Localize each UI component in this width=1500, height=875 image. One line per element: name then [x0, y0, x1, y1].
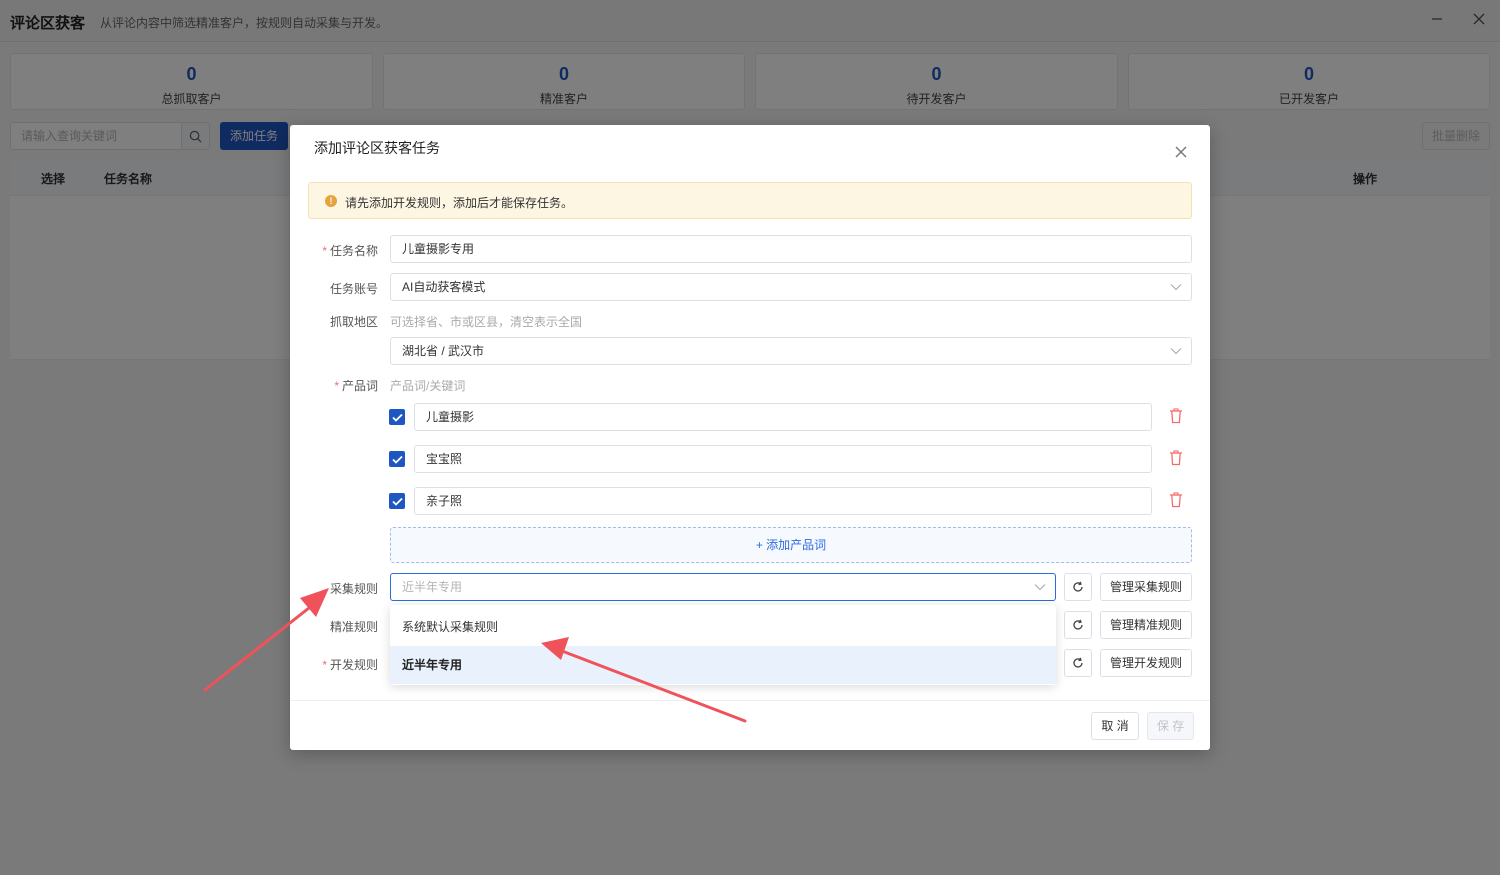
dropdown-option-default[interactable]: 系统默认采集规则 [390, 608, 1056, 646]
task-account-label: 任务账号 [329, 282, 378, 296]
collect-rule-select[interactable]: 近半年专用 [390, 573, 1056, 601]
dialog-title: 添加评论区获客任务 [314, 140, 440, 156]
region-value: 湖北省 / 武汉市 [402, 344, 485, 358]
save-button[interactable]: 保 存 [1147, 712, 1194, 740]
dialog-close-icon[interactable] [1172, 143, 1190, 161]
manage-develop-rule-button[interactable]: 管理开发规则 [1100, 649, 1192, 677]
product-word-input[interactable]: 宝宝照 [414, 445, 1152, 473]
collect-rule-dropdown: 系统默认采集规则 近半年专用 [390, 605, 1056, 685]
chevron-down-icon [1170, 348, 1182, 355]
warning-icon: ! [325, 195, 337, 207]
add-product-word-button[interactable]: + 添加产品词 [390, 527, 1192, 563]
product-words-hint: 产品词/关键词 [390, 379, 466, 393]
product-word-input[interactable]: 亲子照 [414, 487, 1152, 515]
region-hint: 可选择省、市或区县，清空表示全国 [390, 315, 583, 329]
refresh-icon [1073, 619, 1083, 630]
product-word-input[interactable]: 儿童摄影 [414, 403, 1152, 431]
chevron-down-icon [1034, 584, 1046, 591]
delete-icon[interactable] [1169, 408, 1183, 424]
refresh-icon [1073, 657, 1083, 668]
product-word-checkbox[interactable] [389, 451, 405, 467]
task-name-input[interactable]: 儿童摄影专用 [390, 235, 1192, 263]
refresh-precise-rule-button[interactable] [1064, 611, 1092, 639]
delete-icon[interactable] [1169, 450, 1183, 466]
chevron-down-icon [1170, 284, 1182, 291]
dropdown-option-half-year[interactable]: 近半年专用 [390, 646, 1056, 684]
refresh-collect-rule-button[interactable] [1064, 573, 1092, 601]
region-select[interactable]: 湖北省 / 武汉市 [390, 337, 1192, 365]
task-name-label: * 任务名称 [322, 244, 378, 258]
delete-icon[interactable] [1169, 492, 1183, 508]
product-word-checkbox[interactable] [389, 493, 405, 509]
precise-rule-label: 精准规则 [329, 620, 378, 634]
cancel-button[interactable]: 取 消 [1091, 712, 1139, 740]
collect-rule-placeholder: 近半年专用 [402, 580, 463, 594]
alert-text: 请先添加开发规则，添加后才能保存任务。 [345, 196, 574, 210]
product-word-checkbox[interactable] [389, 409, 405, 425]
product-words-label: * 产品词 [334, 379, 378, 393]
refresh-icon [1073, 581, 1083, 592]
develop-rule-label: * 开发规则 [322, 658, 378, 672]
region-label: 抓取地区 [329, 315, 378, 329]
dialog-footer-divider [290, 700, 1210, 701]
manage-collect-rule-button[interactable]: 管理采集规则 [1100, 573, 1192, 601]
task-account-value: AI自动获客模式 [402, 280, 486, 294]
warning-alert: ! 请先添加开发规则，添加后才能保存任务。 [308, 182, 1192, 219]
collect-rule-label: 采集规则 [329, 582, 378, 596]
refresh-develop-rule-button[interactable] [1064, 649, 1092, 677]
task-account-select[interactable]: AI自动获客模式 [390, 273, 1192, 301]
add-task-dialog: 添加评论区获客任务 ! 请先添加开发规则，添加后才能保存任务。 * 任务名称 儿童… [290, 125, 1210, 750]
manage-precise-rule-button[interactable]: 管理精准规则 [1100, 611, 1192, 639]
